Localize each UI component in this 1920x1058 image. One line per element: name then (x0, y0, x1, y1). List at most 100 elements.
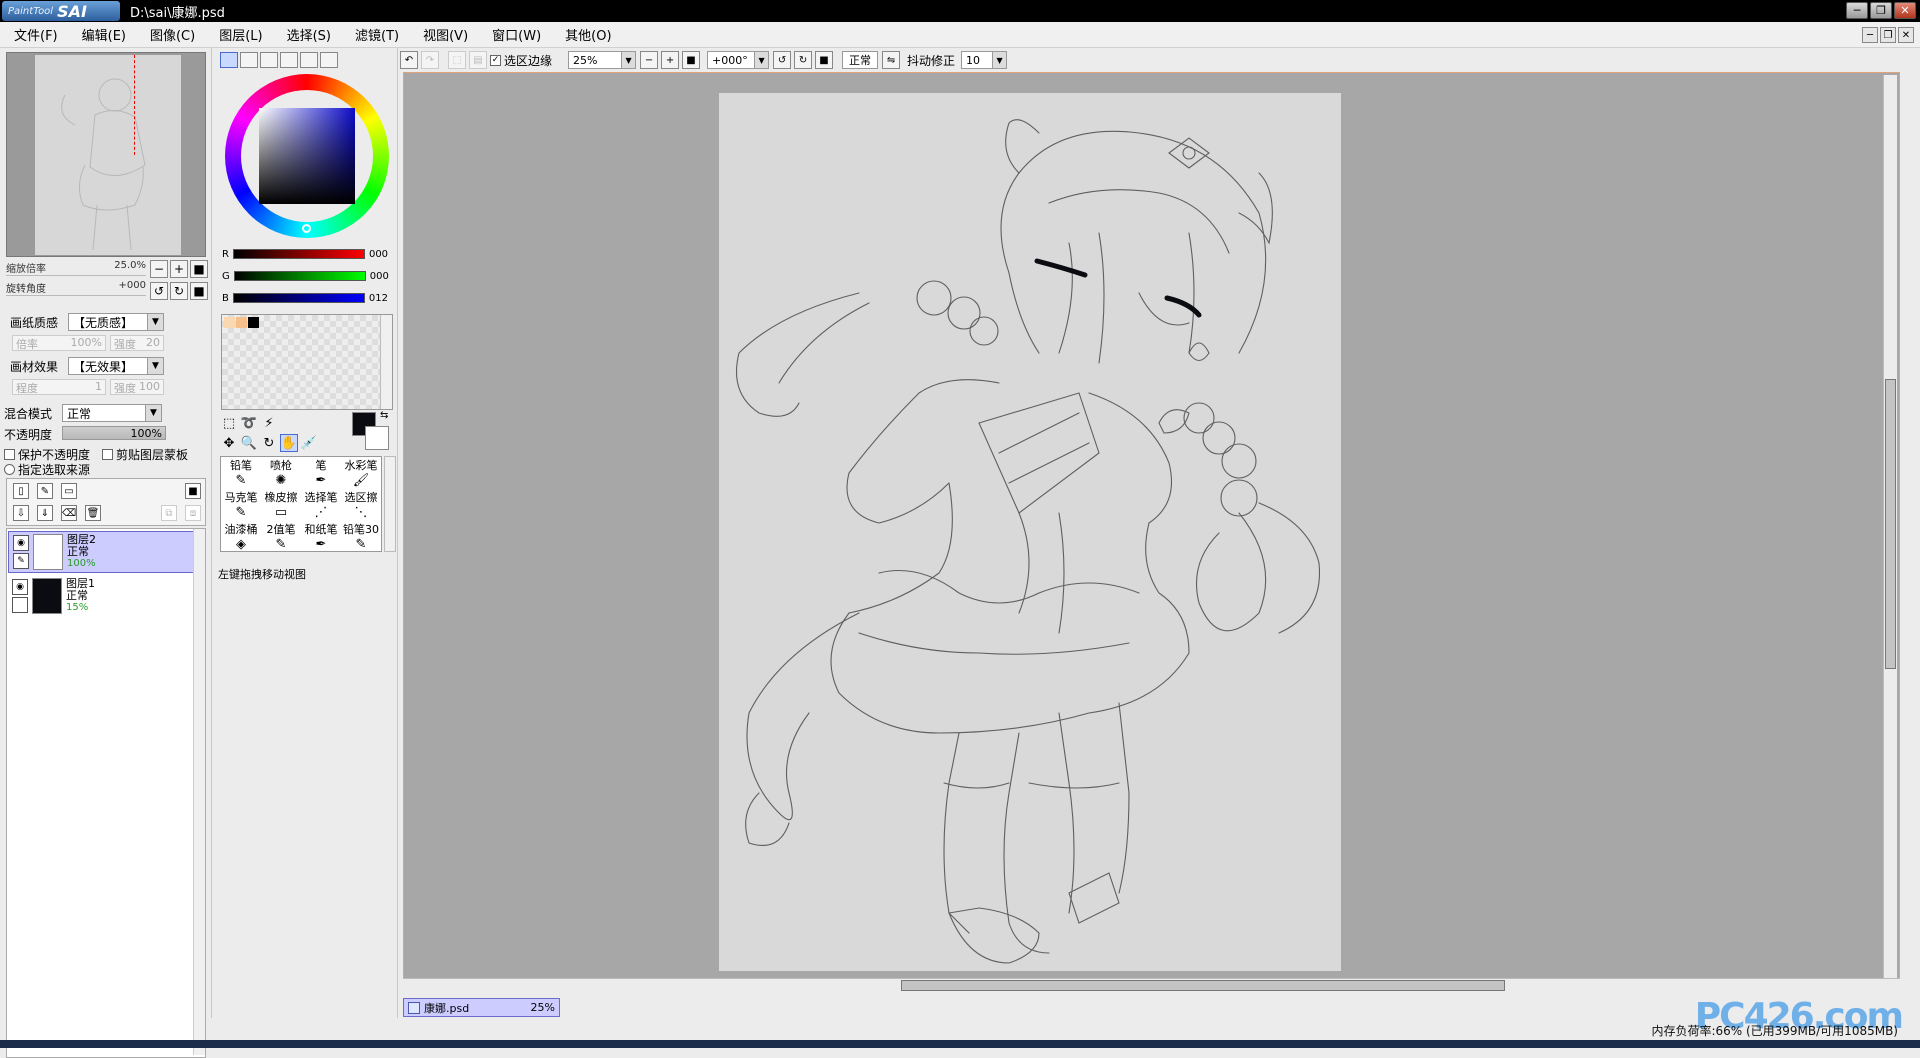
drawing-paper[interactable] (719, 93, 1341, 971)
rect-select-icon[interactable]: ⬚ (220, 414, 238, 432)
invert-selection-icon[interactable]: ▤ (469, 51, 487, 69)
protect-opacity-checkbox[interactable] (4, 449, 15, 460)
hsv-slider-tab-icon[interactable] (260, 52, 278, 68)
minimize-button[interactable]: ─ (1846, 2, 1868, 19)
undo-icon[interactable]: ↶ (400, 51, 418, 69)
zoom-slider[interactable]: 缩放倍率 25.0% (6, 260, 146, 276)
brush-slot-pencil[interactable]: 铅笔 ✎ (221, 457, 261, 488)
selection-edge-checkbox[interactable]: ✓ (490, 54, 501, 66)
swatch-peach[interactable] (224, 317, 235, 328)
opacity-slider[interactable]: 100% (62, 426, 166, 440)
rotate-right-icon[interactable]: ↻ (794, 51, 813, 69)
swatch-scrollbar[interactable] (380, 315, 392, 409)
stabilizer-select[interactable]: 10 ▼ (961, 51, 1008, 69)
blue-slider[interactable]: B 012 (222, 291, 398, 305)
saturation-value-square[interactable] (259, 108, 355, 204)
rotate-reset-icon[interactable]: ■ (815, 51, 834, 69)
selection-source-radio[interactable] (4, 464, 15, 475)
blue-bar[interactable] (232, 293, 365, 303)
zoom-in-button[interactable]: + (170, 260, 188, 278)
maximize-button[interactable]: ❐ (1870, 2, 1892, 19)
layer-item-2[interactable]: ◉ ✎ 图层2 正常 100% (8, 531, 194, 573)
brush-slot-bucket[interactable]: 油漆桶 ◈ (221, 521, 261, 552)
hue-ring[interactable] (225, 74, 389, 238)
new-linework-layer-icon[interactable]: ✎ (37, 483, 53, 499)
redo-icon[interactable]: ↷ (421, 51, 439, 69)
visibility-eye-icon[interactable]: ◉ (13, 535, 29, 551)
selection-source-option[interactable]: 指定选取来源 (4, 461, 90, 478)
menu-filter[interactable]: 滤镜(T) (347, 25, 407, 44)
angle-select[interactable]: +000° ▼ (707, 51, 770, 69)
menu-image[interactable]: 图像(C) (142, 25, 203, 44)
menu-window[interactable]: 窗口(W) (484, 25, 549, 44)
brush-lock-icon[interactable]: ✎ (13, 553, 29, 569)
brush-effect-select[interactable]: 【无效果】 ▼ (68, 357, 164, 375)
swatch-panel[interactable] (221, 314, 393, 410)
zoom-reset-button[interactable]: ■ (190, 260, 208, 278)
selection-edge-option[interactable]: ✓ 选区边缘 (490, 52, 558, 69)
menu-other[interactable]: 其他(O) (557, 25, 619, 44)
brush-slot-washi-pen[interactable]: 和纸笔 ✒ (301, 521, 341, 552)
blend-mode-select[interactable]: 正常 ▼ (62, 404, 162, 422)
clipping-checkbox[interactable] (102, 449, 113, 460)
hand-icon[interactable]: ✋ (280, 434, 298, 452)
flip-horizontal-icon[interactable]: ⇋ (882, 51, 901, 69)
brush-slot-eraser[interactable]: 橡皮擦 ▭ (261, 489, 301, 520)
brush-lock-icon[interactable] (12, 597, 28, 613)
layer-mask-icon[interactable]: ■ (185, 483, 201, 499)
brush-slot-airbrush[interactable]: 喷枪 ✺ (261, 457, 301, 488)
swatch-tab-icon[interactable] (300, 52, 318, 68)
rotate-left-button[interactable]: ↺ (150, 282, 168, 300)
swatch-black[interactable] (248, 317, 259, 328)
red-slider[interactable]: R 000 (222, 247, 398, 261)
red-bar[interactable] (232, 249, 365, 259)
rotate-reset-button[interactable]: ■ (190, 282, 208, 300)
rotate-slider[interactable]: 旋转角度 +000 (6, 280, 146, 296)
new-layer-icon[interactable]: ▯ (13, 483, 29, 499)
brush-slot-pencil30[interactable]: 铅笔30 ✎ (341, 521, 381, 552)
clear-layer-icon[interactable]: ⌫ (61, 505, 77, 521)
zoom-reset-icon[interactable]: ■ (682, 51, 701, 69)
zoom-in-icon[interactable]: + (661, 51, 680, 69)
menu-select[interactable]: 选择(S) (279, 25, 339, 44)
doc-minimize-button[interactable]: ─ (1862, 27, 1878, 43)
view-mode-button[interactable]: 正常 (842, 51, 879, 69)
new-folder-icon[interactable]: ▭ (61, 483, 77, 499)
zoom-icon[interactable]: 🔍 (240, 434, 258, 452)
vertical-scroll-thumb[interactable] (1885, 379, 1896, 669)
clipping-option[interactable]: 剪贴图层蒙板 (102, 446, 188, 463)
swatch-skin[interactable] (236, 317, 247, 328)
delete-layer-icon[interactable]: 🗑 (85, 505, 101, 521)
layer-item-1[interactable]: ◉ 图层1 正常 15% (8, 575, 194, 617)
color-wheel-tab-icon[interactable] (220, 52, 238, 68)
zoom-select[interactable]: 25% ▼ (568, 51, 637, 69)
deselect-icon[interactable]: ⬚ (448, 51, 466, 69)
paper-texture-select[interactable]: 【无质感】 ▼ (68, 313, 164, 331)
brush-slot-select-eraser[interactable]: 选区擦 ⋱ (341, 489, 381, 520)
swap-colors-icon[interactable]: ⇆ (380, 410, 388, 421)
transfer-down-icon[interactable]: ⇩ (13, 505, 29, 521)
menu-view[interactable]: 视图(V) (415, 25, 476, 44)
brush-slot-binary-pen[interactable]: 2值笔 ✎ (261, 521, 301, 552)
zoom-out-button[interactable]: − (150, 260, 168, 278)
rotate-left-icon[interactable]: ↺ (773, 51, 792, 69)
rgb-slider-tab-icon[interactable] (240, 52, 258, 68)
background-color[interactable] (365, 426, 389, 450)
document-tab[interactable]: 康娜.psd 25% (403, 998, 560, 1017)
visibility-eye-icon[interactable]: ◉ (12, 579, 28, 595)
rotate-icon[interactable]: ↻ (260, 434, 278, 452)
zoom-out-icon[interactable]: − (640, 51, 659, 69)
green-bar[interactable] (233, 271, 366, 281)
close-button[interactable]: ✕ (1894, 2, 1916, 19)
brush-scrollbar[interactable] (384, 456, 396, 552)
lasso-icon[interactable]: ➰ (240, 414, 258, 432)
menu-layer[interactable]: 图层(L) (211, 25, 270, 44)
brush-slot-watercolor[interactable]: 水彩笔 🖌 (341, 457, 381, 488)
rotate-right-button[interactable]: ↻ (170, 282, 188, 300)
eyedropper-icon[interactable]: 💉 (300, 434, 318, 452)
horizontal-scrollbar[interactable] (403, 978, 1900, 992)
doc-close-button[interactable]: ✕ (1898, 27, 1914, 43)
scratchpad-tab-icon[interactable] (320, 52, 338, 68)
move-icon[interactable]: ✥ (220, 434, 238, 452)
navigator-preview[interactable] (6, 52, 206, 257)
